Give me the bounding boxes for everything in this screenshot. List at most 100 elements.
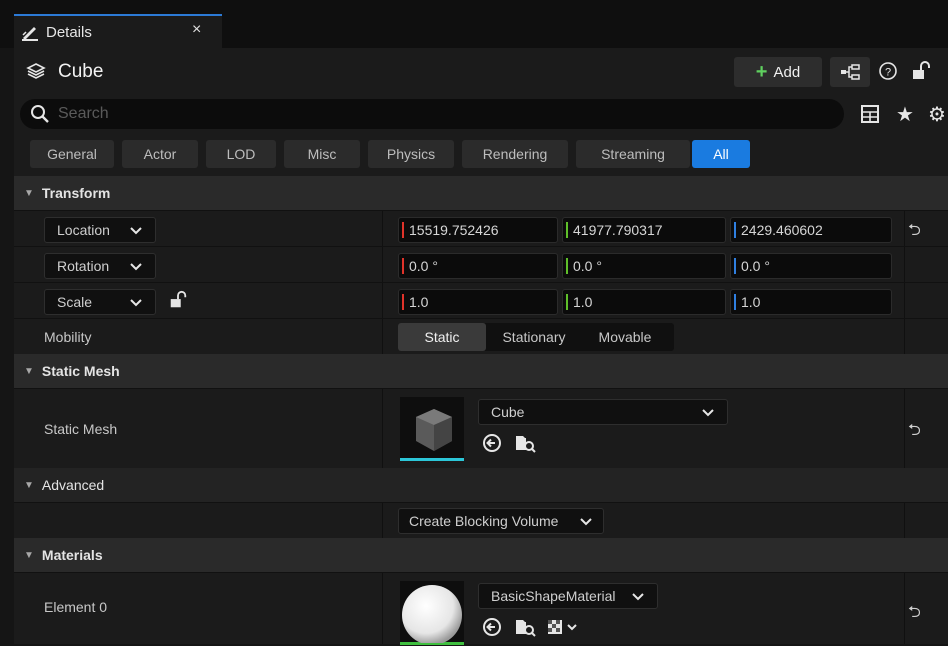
category-physics[interactable]: Physics [368, 140, 454, 168]
mobility-static-option[interactable]: Static [398, 323, 486, 351]
location-z-value: 2429.460602 [741, 222, 823, 238]
search-icon [31, 105, 49, 123]
chevron-down-icon [632, 593, 644, 601]
location-y-field[interactable]: 41977.790317 [562, 217, 726, 243]
actor-name: Cube [58, 61, 104, 82]
material-value: BasicShapeMaterial [491, 588, 616, 604]
use-selected-arrow-icon[interactable] [482, 617, 502, 640]
chevron-down-icon [130, 299, 142, 307]
category-misc[interactable]: Misc [284, 140, 360, 168]
property-row-mobility: Mobility Static Stationary Movable [14, 318, 948, 354]
rotation-z-field[interactable]: 0.0 ° [730, 253, 892, 279]
material-options-icon[interactable] [546, 617, 582, 640]
element-0-label: Element 0 [44, 599, 108, 615]
reset-arrow-icon[interactable]: ⮌ [908, 601, 921, 628]
mobility-stationary-option[interactable]: Stationary [486, 323, 582, 351]
rotation-label: Rotation [57, 258, 110, 274]
hierarchy-icon [841, 64, 860, 80]
category-actor[interactable]: Actor [122, 140, 198, 168]
rotation-z-value: 0.0 ° [741, 258, 770, 274]
location-y-value: 41977.790317 [573, 222, 663, 238]
location-x-field[interactable]: 15519.752426 [398, 217, 558, 243]
collapse-triangle-icon: ▼ [24, 549, 34, 561]
scale-mode-dropdown[interactable]: Scale [44, 289, 156, 315]
search-input[interactable] [56, 104, 820, 124]
scale-lock-icon[interactable] [168, 290, 188, 313]
plus-icon: + [755, 60, 768, 83]
table-view-icon[interactable] [860, 104, 882, 126]
rotation-x-value: 0.0 ° [409, 258, 438, 274]
collapse-triangle-icon: ▼ [24, 479, 34, 491]
tab-bar: Details × [0, 0, 948, 48]
location-z-field[interactable]: 2429.460602 [730, 217, 892, 243]
scale-z-value: 1.0 [741, 294, 761, 310]
static-mesh-thumbnail[interactable] [400, 397, 464, 461]
rotation-y-field[interactable]: 0.0 ° [562, 253, 726, 279]
property-row-location: Location 15519.752426 41977.790317 2429.… [14, 210, 948, 246]
location-x-value: 15519.752426 [409, 222, 499, 238]
section-transform[interactable]: ▼ Transform [14, 176, 948, 210]
details-header: Cube + Add ? [14, 48, 948, 96]
chevron-down-icon [130, 263, 142, 271]
collapse-triangle-icon: ▼ [24, 365, 34, 377]
use-selected-arrow-icon[interactable] [482, 433, 502, 456]
category-streaming[interactable]: Streaming [576, 140, 690, 168]
close-icon[interactable]: × [192, 21, 201, 39]
lock-icon[interactable] [910, 60, 934, 84]
scale-label: Scale [57, 294, 93, 310]
browse-asset-icon[interactable] [514, 433, 536, 456]
reset-arrow-icon[interactable]: ⮌ [908, 419, 921, 446]
material-thumbnail[interactable] [400, 581, 464, 645]
rotation-x-field[interactable]: 0.0 ° [398, 253, 558, 279]
category-lod[interactable]: LOD [206, 140, 276, 168]
category-rendering[interactable]: Rendering [462, 140, 568, 168]
rotation-y-value: 0.0 ° [573, 258, 602, 274]
favorite-star-icon[interactable]: ★ [896, 102, 914, 127]
cube-thumbnail-icon [416, 409, 452, 451]
chevron-down-icon [130, 227, 142, 235]
location-label: Location [57, 222, 110, 238]
static-mesh-asset-dropdown[interactable]: Cube [478, 399, 728, 425]
scale-x-value: 1.0 [409, 294, 429, 310]
add-component-button[interactable]: + Add [734, 57, 822, 87]
location-mode-dropdown[interactable]: Location [44, 217, 156, 243]
reset-arrow-icon[interactable]: ⮌ [908, 219, 921, 246]
rotation-mode-dropdown[interactable]: Rotation [44, 253, 156, 279]
mobility-movable-option[interactable]: Movable [582, 323, 668, 351]
hierarchy-button[interactable] [830, 57, 870, 87]
static-mesh-label: Static Mesh [44, 421, 118, 437]
actor-icon [26, 62, 46, 82]
browse-asset-icon[interactable] [514, 617, 536, 640]
section-title: Advanced [41, 477, 105, 493]
collapse-triangle-icon: ▼ [24, 187, 34, 199]
property-row-scale: Scale 1.0 1.0 1.0 [14, 282, 948, 318]
scale-y-field[interactable]: 1.0 [562, 289, 726, 315]
create-blocking-volume-button[interactable]: Create Blocking Volume [398, 508, 604, 534]
mobility-segmented-control: Static Stationary Movable [398, 323, 674, 351]
material-sphere-icon [402, 585, 462, 645]
property-row-static-mesh: Static Mesh Cube ⮌ [14, 388, 948, 468]
section-advanced[interactable]: ▼ Advanced [14, 468, 948, 502]
scale-z-field[interactable]: 1.0 [730, 289, 892, 315]
section-title: Static Mesh [41, 363, 120, 379]
scale-x-field[interactable]: 1.0 [398, 289, 558, 315]
section-title: Transform [41, 185, 111, 201]
tab-details[interactable]: Details × [14, 14, 222, 48]
gear-icon[interactable]: ⚙ [928, 102, 946, 127]
material-asset-dropdown[interactable]: BasicShapeMaterial [478, 583, 658, 609]
property-row-blocking-volume: Create Blocking Volume [14, 502, 948, 538]
pencil-icon [20, 22, 40, 42]
section-static-mesh[interactable]: ▼ Static Mesh [14, 354, 948, 388]
property-row-rotation: Rotation 0.0 ° 0.0 ° 0.0 ° [14, 246, 948, 282]
help-icon[interactable]: ? [876, 60, 900, 84]
chevron-down-icon [702, 409, 714, 417]
create-blocking-volume-label: Create Blocking Volume [409, 513, 559, 529]
category-general[interactable]: General [30, 140, 114, 168]
static-mesh-value: Cube [491, 404, 525, 420]
section-materials[interactable]: ▼ Materials [14, 538, 948, 572]
add-label: Add [773, 63, 801, 81]
section-title: Materials [41, 547, 103, 563]
category-all[interactable]: All [692, 140, 750, 168]
property-row-element-0: Element 0 BasicShapeMaterial ⮌ [14, 572, 948, 645]
search-box[interactable] [20, 99, 844, 129]
